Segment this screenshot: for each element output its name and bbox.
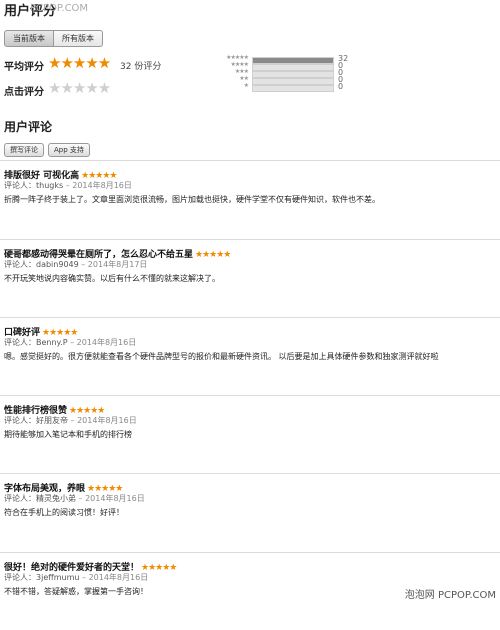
review-author[interactable]: 好朋友帝 (36, 416, 68, 425)
histogram-stars: ★★★ (234, 68, 249, 75)
review-item: 排版很好 可视化高 ★★★★★ 评论人：thugks – 2014年8月16日 折腾一… (0, 168, 500, 238)
review-date: – 2014年8月16日 (70, 338, 137, 347)
divider (0, 160, 500, 161)
review-meta: 评论人：精灵兔小弟 – 2014年8月16日 (4, 493, 145, 504)
review-author[interactable]: Benny.P (36, 338, 68, 347)
rating-count: 32 份评分 (120, 62, 162, 72)
histogram-count: 0 (338, 82, 344, 91)
review-author-label: 评论人： (4, 573, 36, 582)
histogram-stars: ★ (243, 82, 249, 89)
review-author[interactable]: thugks (36, 181, 63, 190)
review-item: 字体布局美观，养眼 ★★★★★ 评论人：精灵兔小弟 – 2014年8月16日 符合在手… (0, 481, 500, 551)
write-review-button[interactable]: 撰写评论 (4, 143, 44, 157)
review-body: 不错不错，答疑解惑，掌握第一手咨询！ (4, 587, 148, 596)
review-date: – 2014年8月16日 (70, 416, 137, 425)
header-watermark: PCPOP.COM (30, 3, 89, 14)
review-actions: 撰写评论 App 支持 (4, 143, 90, 157)
tap-to-rate-stars[interactable]: ★★★★★ (48, 79, 111, 97)
review-author-label: 评论人： (4, 260, 36, 269)
review-item: 硬哥都感动得哭晕在厕所了，怎么忍心不给五星 ★★★★★ 评论人：dabin9049 … (0, 247, 500, 317)
divider (0, 473, 500, 474)
tab-all-versions[interactable]: 所有版本 (54, 30, 103, 47)
histogram-stars: ★★ (239, 75, 249, 82)
version-segmented-control: 当前版本 所有版本 (4, 30, 103, 47)
average-rating-stars: ★★★★★ (48, 54, 111, 72)
histogram-row: ★ 0 (218, 82, 348, 92)
review-author-label: 评论人： (4, 494, 36, 503)
review-meta: 评论人：Benny.P – 2014年8月16日 (4, 337, 136, 348)
review-body: 符合在手机上的阅读习惯！好评！ (4, 508, 124, 517)
tab-current-version[interactable]: 当前版本 (4, 30, 54, 47)
review-author-label: 评论人： (4, 416, 36, 425)
review-body: 期待能够加入笔记本和手机的排行榜 (4, 430, 132, 439)
review-author[interactable]: dabin9049 (36, 260, 79, 269)
review-author-label: 评论人： (4, 181, 36, 190)
review-body: 折腾一阵子终于装上了。文章里面浏览很流畅，图片加载也挺快，硬件学堂不仅有硬件知识… (4, 195, 380, 204)
review-meta: 评论人：好朋友帝 – 2014年8月16日 (4, 415, 137, 426)
review-author[interactable]: 精灵兔小弟 (36, 494, 76, 503)
divider (0, 239, 500, 240)
review-meta: 评论人：3jeffmumu – 2014年8月16日 (4, 572, 148, 583)
histogram-bar (252, 85, 334, 92)
app-support-button[interactable]: App 支持 (48, 143, 90, 157)
average-rating-label: 平均评分 (4, 62, 44, 73)
histogram-stars: ★★★★★ (226, 54, 249, 61)
footer-watermark: 泡泡网 PCPOP.COM (404, 590, 496, 601)
review-item: 口碑好评 ★★★★★ 评论人：Benny.P – 2014年8月16日 嗯。感觉挺好的… (0, 325, 500, 395)
review-body: 嗯。感觉挺好的。很方便就能查看各个硬件品牌型号的报价和最新硬件资讯。 以后要是加… (4, 352, 439, 361)
review-author[interactable]: 3jeffmumu (36, 573, 79, 582)
tap-to-rate-label: 点击评分 (4, 87, 44, 98)
review-meta: 评论人：dabin9049 – 2014年8月17日 (4, 259, 147, 270)
review-body: 不开玩笑地说内容确实赞。以后有什么不懂的就来这解决了。 (4, 274, 220, 283)
review-item: 性能排行榜很赞 ★★★★★ 评论人：好朋友帝 – 2014年8月16日 期待能够加入笔… (0, 403, 500, 473)
review-date: – 2014年8月16日 (78, 494, 145, 503)
divider (0, 552, 500, 553)
reviews-section-title: 用户评论 (4, 120, 53, 134)
histogram-stars: ★★★★ (230, 61, 249, 68)
review-stars: ★★★★★ (195, 250, 231, 260)
review-author-label: 评论人： (4, 338, 36, 347)
review-date: – 2014年8月17日 (81, 260, 148, 269)
review-date: – 2014年8月16日 (82, 573, 149, 582)
review-meta: 评论人：thugks – 2014年8月16日 (4, 180, 132, 191)
divider (0, 395, 500, 396)
review-date: – 2014年8月16日 (65, 181, 132, 190)
divider (0, 317, 500, 318)
